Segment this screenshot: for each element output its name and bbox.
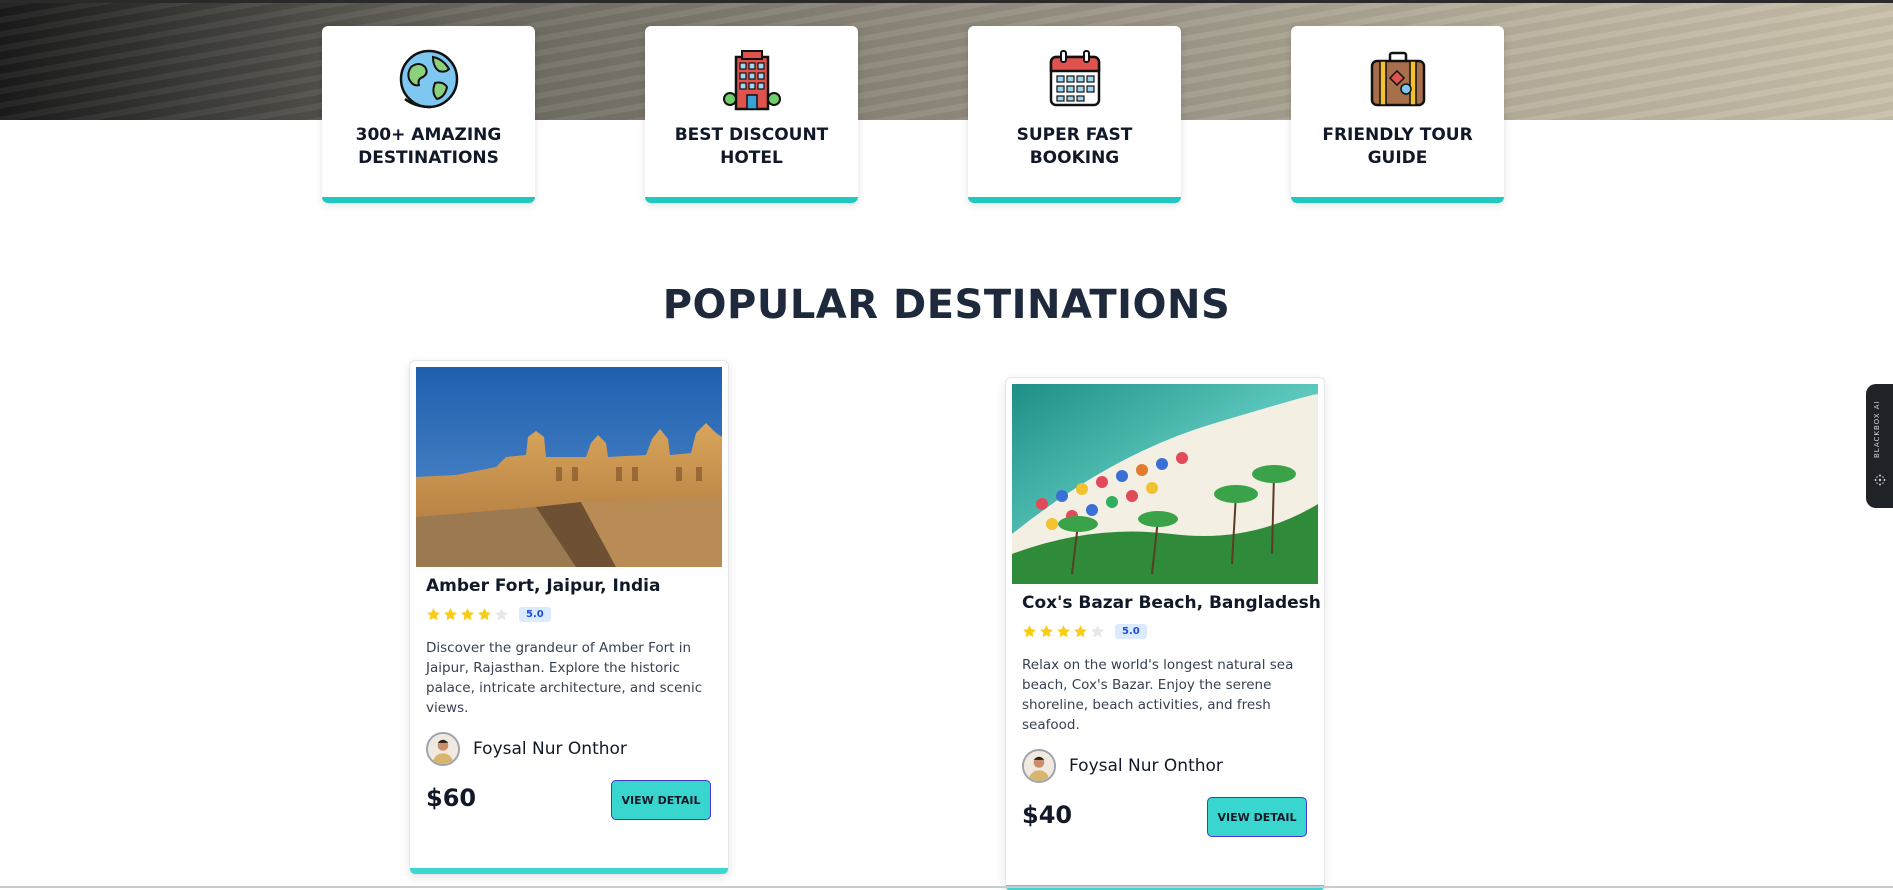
star-icon — [427, 607, 440, 620]
star-empty-icon — [1091, 624, 1104, 637]
view-detail-button[interactable]: VIEW DETAIL — [611, 780, 711, 820]
author: Foysal Nur Onthor — [426, 732, 627, 766]
hotel-icon — [723, 50, 781, 111]
star-icon — [1023, 624, 1036, 637]
blackbox-ai-widget[interactable]: BLACKBOX AI — [1866, 384, 1893, 508]
divider — [0, 886, 1893, 888]
star-icon — [461, 607, 474, 620]
star-icon — [1074, 624, 1087, 637]
star-icon — [478, 607, 491, 620]
author: Foysal Nur Onthor — [1022, 749, 1223, 783]
feature-title: FRIENDLY TOUR GUIDE — [1322, 125, 1473, 168]
destination-card: Amber Fort, Jaipur, India 5.0 Discover t… — [409, 360, 729, 875]
rating-badge: 5.0 — [1115, 623, 1147, 639]
destination-photo — [416, 367, 722, 567]
author-name: Foysal Nur Onthor — [473, 739, 627, 759]
star-icon — [1040, 624, 1053, 637]
calendar-icon — [1049, 50, 1101, 107]
feature-title: BEST DISCOUNT HOTEL — [674, 125, 829, 168]
destination-title: Amber Fort, Jaipur, India — [426, 576, 661, 596]
destination-photo — [1012, 384, 1318, 584]
feature-card-booking: SUPER FAST BOOKING — [968, 26, 1181, 203]
rating-stars: 5.0 — [1022, 623, 1147, 639]
destination-card: Cox's Bazar Beach, Bangladesh 5.0 Relax … — [1005, 377, 1325, 890]
widget-label: BLACKBOX AI — [1873, 400, 1881, 458]
feature-card-destinations: 300+ AMAZING DESTINATIONS — [322, 26, 535, 203]
avatar — [426, 732, 460, 766]
avatar — [1022, 749, 1056, 783]
sparkle-icon — [1874, 474, 1886, 486]
rating-badge: 5.0 — [519, 606, 551, 622]
view-detail-button[interactable]: VIEW DETAIL — [1207, 797, 1307, 837]
author-name: Foysal Nur Onthor — [1069, 756, 1223, 776]
destination-description: Discover the grandeur of Amber Fort in J… — [426, 640, 703, 716]
feature-card-hotel: BEST DISCOUNT HOTEL — [645, 26, 858, 203]
feature-title: SUPER FAST BOOKING — [1016, 125, 1133, 168]
hero-banner — [0, 0, 1893, 120]
destination-description: Relax on the world's longest natural sea… — [1022, 657, 1294, 733]
globe-icon — [399, 49, 459, 109]
destination-title: Cox's Bazar Beach, Bangladesh — [1022, 593, 1321, 613]
suitcase-icon — [1370, 51, 1426, 107]
star-icon — [444, 607, 457, 620]
price: $40 — [1022, 801, 1073, 829]
rating-stars: 5.0 — [426, 606, 551, 622]
section-title: POPULAR DESTINATIONS — [662, 282, 1231, 328]
price: $60 — [426, 784, 477, 812]
feature-card-guide: FRIENDLY TOUR GUIDE — [1291, 26, 1504, 203]
feature-title: 300+ AMAZING DESTINATIONS — [355, 125, 502, 168]
star-empty-icon — [495, 607, 508, 620]
star-icon — [1057, 624, 1070, 637]
